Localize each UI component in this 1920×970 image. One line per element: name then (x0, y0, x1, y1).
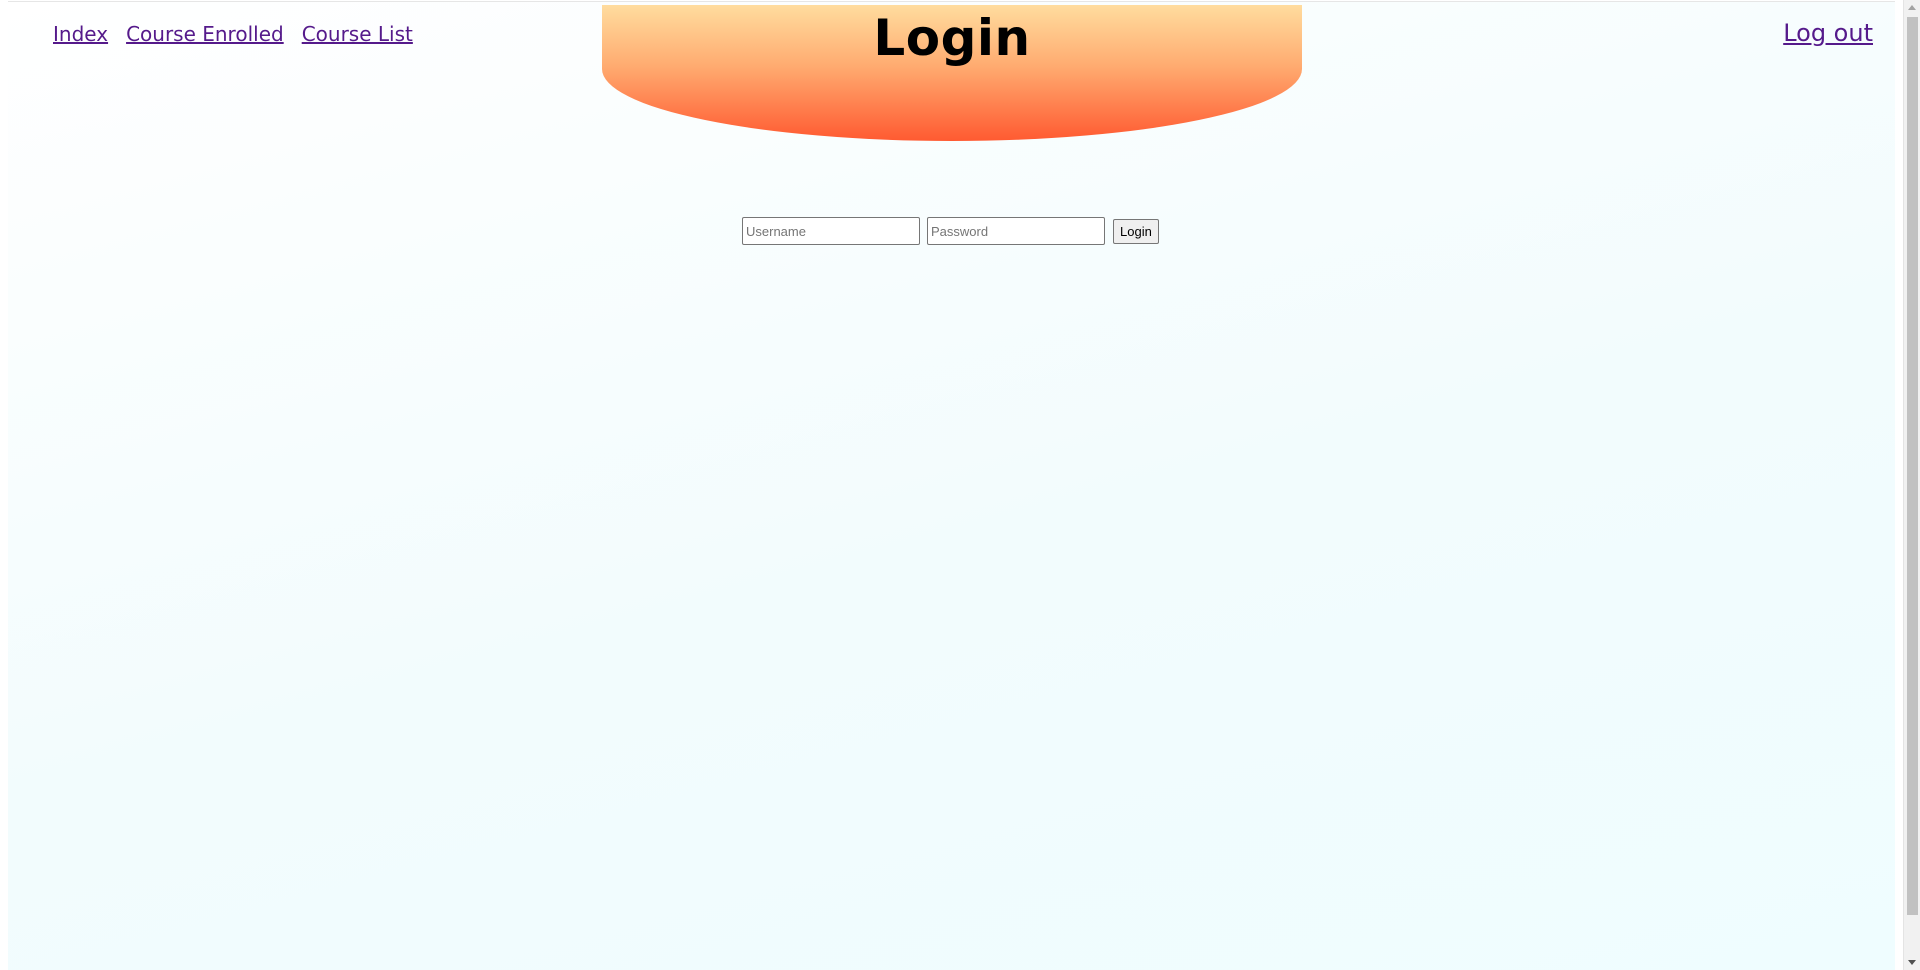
login-button[interactable]: Login (1113, 218, 1159, 244)
login-form: Login (742, 217, 1159, 245)
logout-link[interactable]: Log out (1783, 19, 1873, 47)
main-nav: Index Course Enrolled Course List (53, 22, 413, 46)
nav-link-index[interactable]: Index (53, 22, 108, 46)
username-input[interactable] (742, 217, 920, 245)
password-input[interactable] (927, 217, 1105, 245)
nav-link-course-list[interactable]: Course List (302, 22, 413, 46)
page-background (8, 1, 1895, 970)
scrollbar-thumb[interactable] (1907, 17, 1918, 915)
nav-link-course-enrolled[interactable]: Course Enrolled (126, 22, 284, 46)
vertical-scrollbar[interactable] (1903, 0, 1920, 970)
scroll-up-arrow-icon[interactable] (1908, 5, 1916, 10)
page-title: Login (873, 9, 1031, 67)
scroll-down-arrow-icon[interactable] (1908, 960, 1916, 965)
